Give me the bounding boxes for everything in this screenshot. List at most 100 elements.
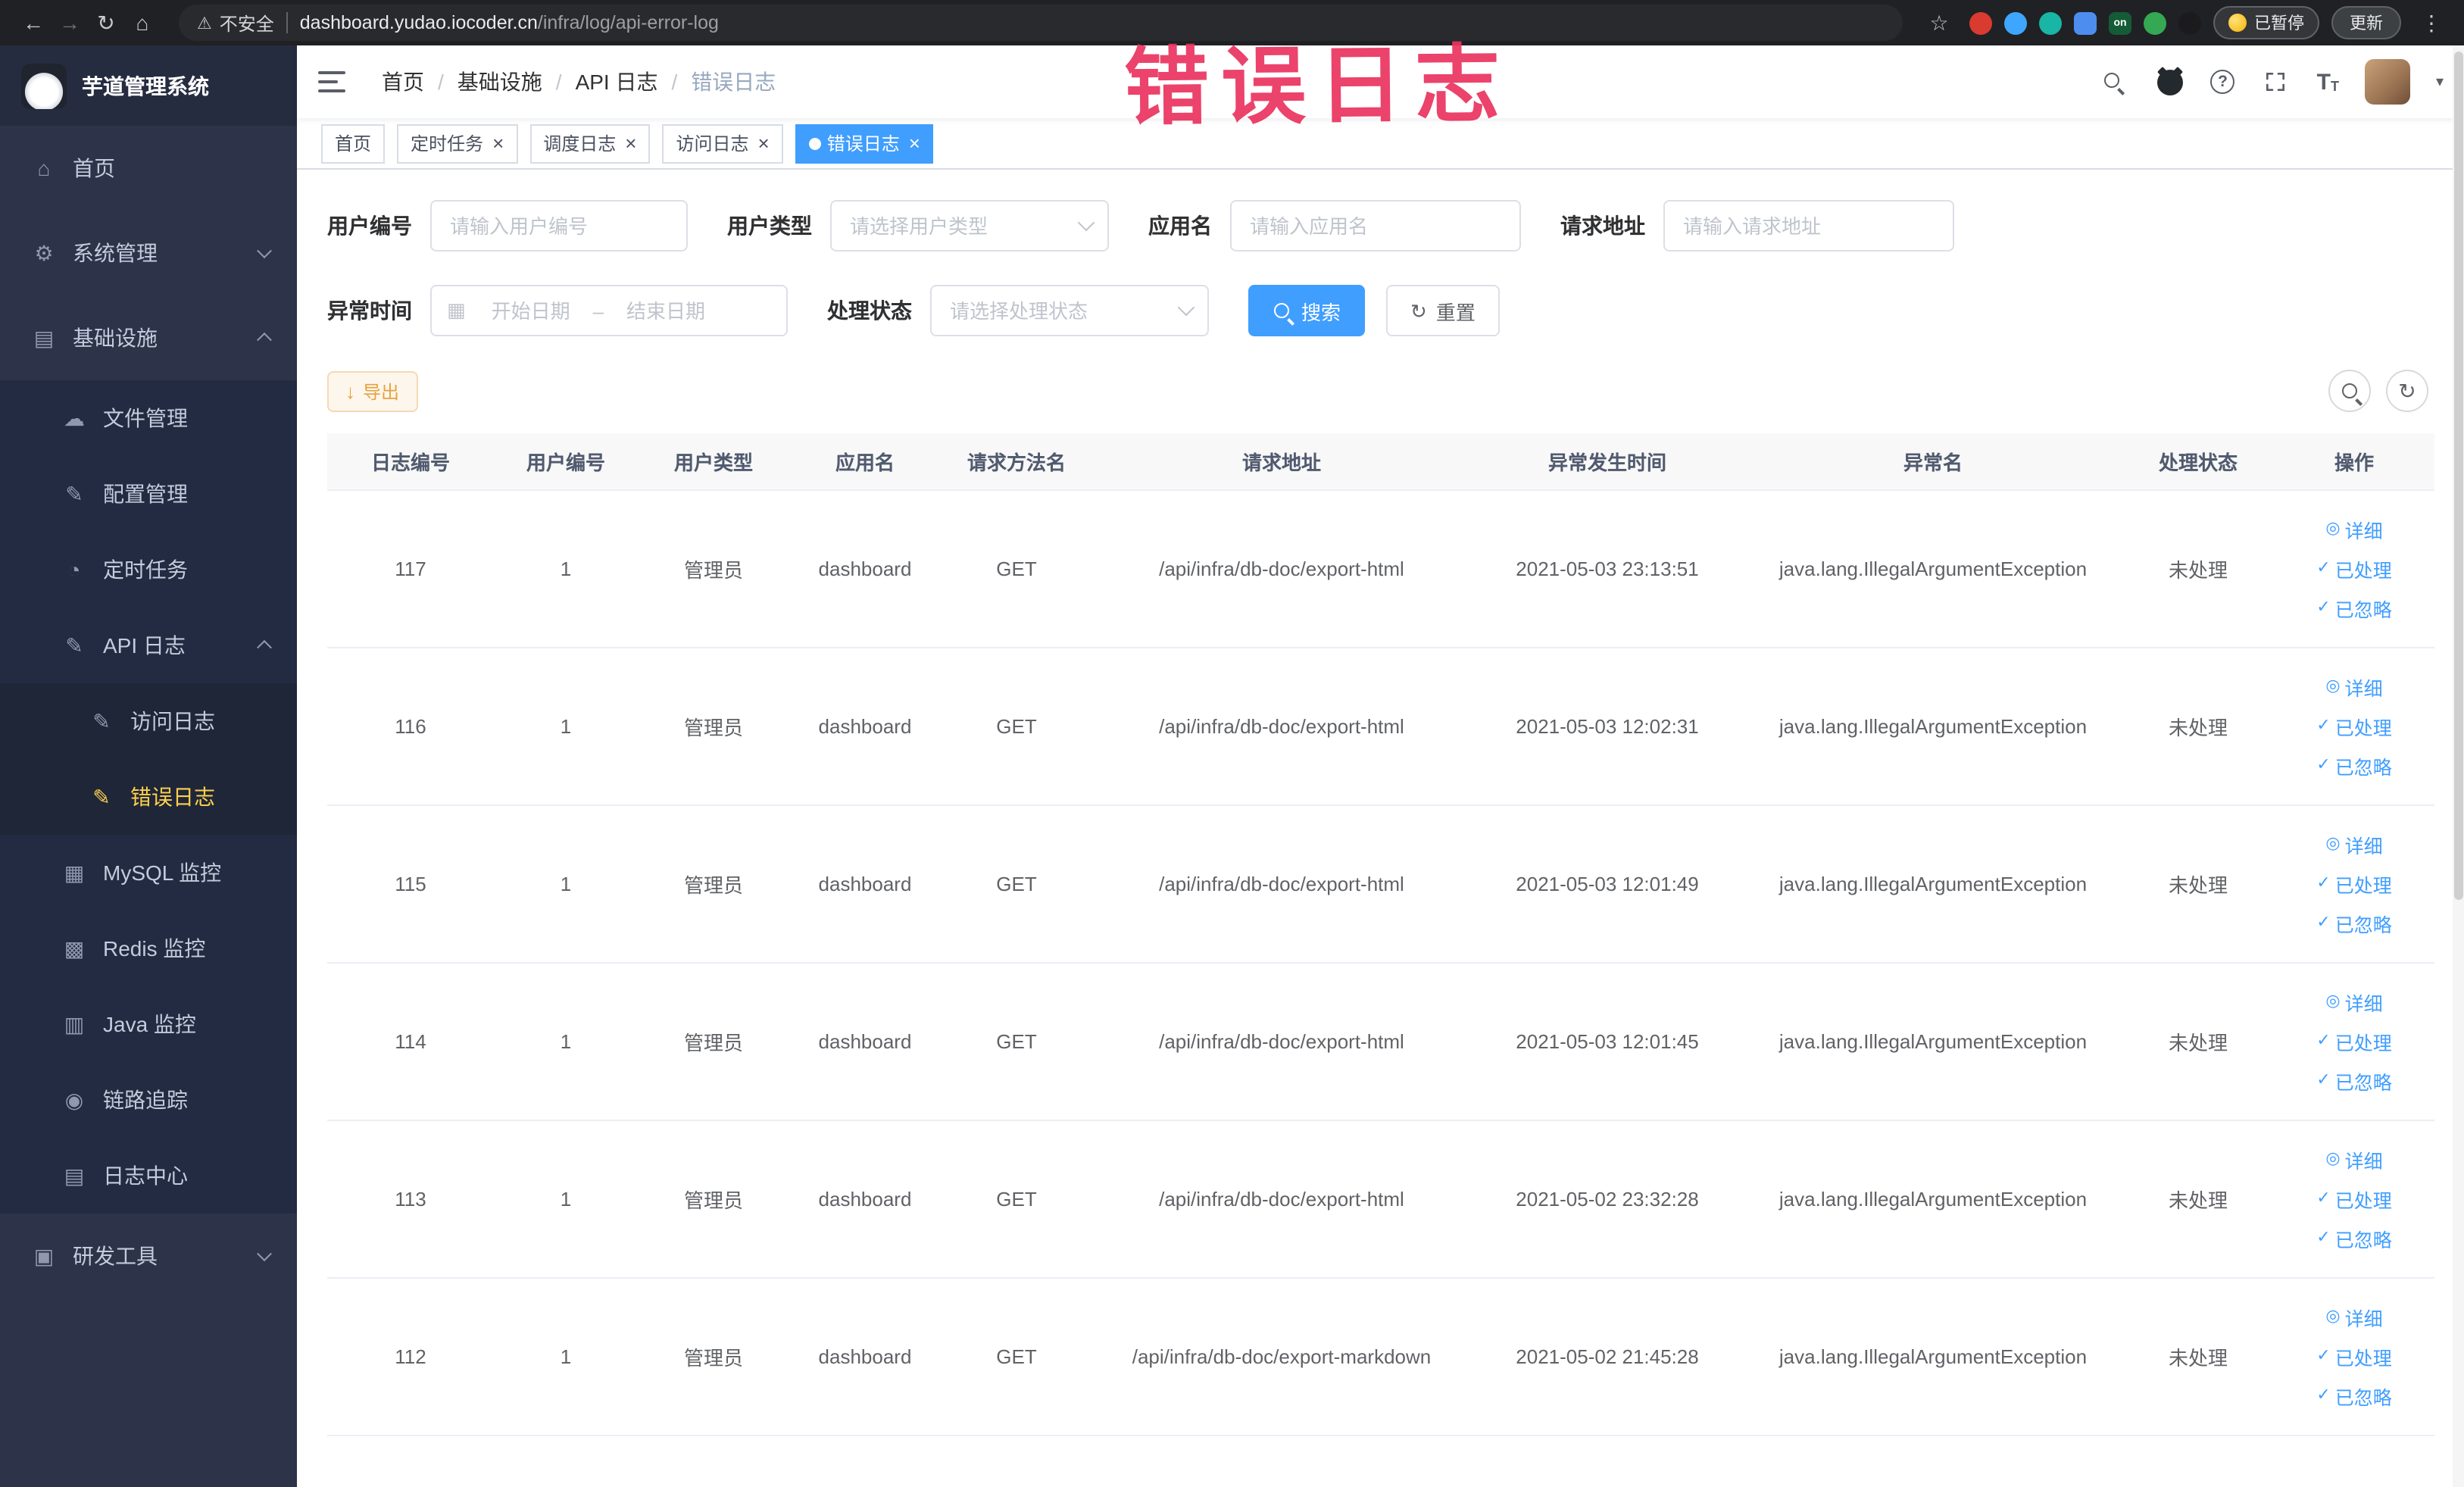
action-detail-link[interactable]: ◎ 详细 — [2280, 1297, 2428, 1336]
action-processed-link[interactable]: ✓ 已处理 — [2280, 706, 2428, 745]
detail-icon: ◎ — [2325, 1149, 2341, 1167]
sidebar-item-log-center[interactable]: ▤ 日志中心 — [0, 1138, 297, 1214]
tab-access-log[interactable]: 访问日志 × — [662, 123, 783, 163]
sidebar-item-home[interactable]: ⌂ 首页 — [0, 126, 297, 211]
sidebar-item-mysql-monitor[interactable]: ▦ MySQL 监控 — [0, 835, 297, 911]
export-button[interactable]: ↓ 导出 — [327, 370, 418, 411]
action-processed-link[interactable]: ✓ 已处理 — [2280, 548, 2428, 588]
sidebar-item-system-management[interactable]: ⚙ 系统管理 — [0, 211, 297, 295]
avatar-caret-icon[interactable]: ▾ — [2436, 73, 2444, 90]
avatar[interactable] — [2364, 59, 2410, 105]
sidebar-item-access-log[interactable]: ✎ 访问日志 — [0, 683, 297, 759]
user-type-input[interactable] — [847, 213, 1071, 239]
tab-scheduled-jobs[interactable]: 定时任务 × — [397, 123, 518, 163]
omnibox-divider — [286, 12, 288, 33]
end-date-input[interactable] — [610, 298, 723, 323]
action-detail-link[interactable]: ◎ 详细 — [2280, 667, 2428, 706]
action-processed-link[interactable]: ✓ 已处理 — [2280, 1021, 2428, 1061]
sidebar-item-infrastructure[interactable]: ▤ 基础设施 — [0, 295, 297, 380]
action-label: 详细 — [2344, 1151, 2383, 1172]
sidebar-item-trace[interactable]: ◉ 链路追踪 — [0, 1062, 297, 1138]
cell-exception: java.lang.IllegalArgumentException — [1744, 489, 2122, 648]
browser-menu-icon[interactable]: ⋮ — [2413, 5, 2450, 41]
action-detail-link[interactable]: ◎ 详细 — [2280, 509, 2428, 548]
bookmark-star-icon[interactable]: ☆ — [1921, 5, 1957, 41]
app-logo[interactable]: 芋道管理系统 — [0, 45, 297, 126]
request-url-field[interactable] — [1663, 200, 1954, 251]
logo-image — [21, 63, 67, 108]
action-ignored-link[interactable]: ✓ 已忽略 — [2280, 745, 2428, 785]
address-bar[interactable]: ⚠ 不安全 dashboard.yudao.iocoder.cn/infra/l… — [179, 5, 1903, 41]
reset-button[interactable]: ↻ 重置 — [1386, 285, 1500, 336]
scrollbar-thumb[interactable] — [2454, 52, 2463, 900]
cell-app: dashboard — [789, 962, 941, 1120]
app-name-input[interactable] — [1247, 213, 1504, 239]
start-date-input[interactable] — [474, 298, 587, 323]
back-icon[interactable]: ← — [15, 5, 52, 41]
sidebar-toggle-icon[interactable] — [318, 59, 364, 105]
extension-icon[interactable]: on — [2109, 11, 2131, 34]
breadcrumb-item[interactable]: API 日志 — [576, 67, 658, 97]
extension-icon[interactable] — [1969, 11, 1992, 34]
close-icon[interactable]: × — [625, 133, 636, 153]
sidebar-item-error-log[interactable]: ✎ 错误日志 — [0, 759, 297, 835]
extension-icon[interactable] — [2039, 11, 2062, 34]
request-url-input[interactable] — [1680, 213, 1938, 239]
breadcrumb-item[interactable]: 首页 — [382, 67, 424, 97]
tab-home[interactable]: 首页 — [321, 123, 386, 163]
fullscreen-icon[interactable] — [2261, 67, 2291, 97]
action-ignored-link[interactable]: ✓ 已忽略 — [2280, 1218, 2428, 1257]
action-detail-link[interactable]: ◎ 详细 — [2280, 982, 2428, 1021]
processed-icon: ✓ — [2316, 873, 2331, 892]
help-icon[interactable]: ? — [2210, 70, 2235, 94]
action-detail-link[interactable]: ◎ 详细 — [2280, 824, 2428, 864]
extension-icon[interactable] — [2178, 11, 2201, 34]
close-icon[interactable]: × — [492, 133, 504, 153]
breadcrumb-item[interactable]: 基础设施 — [458, 67, 542, 97]
font-size-icon[interactable]: TT — [2317, 70, 2339, 93]
action-detail-link[interactable]: ◎ 详细 — [2280, 1139, 2428, 1179]
action-processed-link[interactable]: ✓ 已处理 — [2280, 1179, 2428, 1218]
tab-schedule-log[interactable]: 调度日志 × — [529, 123, 651, 163]
process-status-input[interactable] — [947, 298, 1171, 323]
browser-home-icon[interactable]: ⌂ — [124, 5, 161, 41]
search-button[interactable]: 搜索 — [1248, 285, 1366, 336]
user-id-field[interactable] — [430, 200, 688, 251]
sidebar-item-redis-monitor[interactable]: ▩ Redis 监控 — [0, 911, 297, 986]
action-ignored-link[interactable]: ✓ 已忽略 — [2280, 1376, 2428, 1415]
action-ignored-link[interactable]: ✓ 已忽略 — [2280, 903, 2428, 942]
process-status-select[interactable] — [930, 285, 1209, 336]
forward-icon[interactable]: → — [52, 5, 88, 41]
sidebar-item-file-management[interactable]: ☁ 文件管理 — [0, 380, 297, 456]
scrollbar[interactable] — [2453, 45, 2464, 1487]
action-processed-link[interactable]: ✓ 已处理 — [2280, 1336, 2428, 1376]
paused-extension-badge[interactable]: 已暂停 — [2213, 6, 2319, 39]
user-type-select[interactable] — [830, 200, 1109, 251]
toggle-search-button[interactable] — [2328, 370, 2371, 412]
search-icon[interactable] — [2099, 67, 2129, 97]
extension-icon[interactable] — [2004, 11, 2027, 34]
tab-error-log[interactable]: 错误日志 × — [795, 123, 934, 163]
reload-icon[interactable]: ↻ — [88, 5, 124, 41]
update-button[interactable]: 更新 — [2331, 6, 2401, 39]
cell-user_type: 管理员 — [638, 962, 789, 1120]
refresh-button[interactable]: ↻ — [2386, 370, 2428, 412]
chevron-down-icon — [1077, 214, 1095, 232]
sidebar-item-dev-tools[interactable]: ▣ 研发工具 — [0, 1214, 297, 1298]
sidebar-item-java-monitor[interactable]: ▥ Java 监控 — [0, 986, 297, 1062]
close-icon[interactable]: × — [909, 133, 920, 153]
extension-icon[interactable] — [2144, 11, 2166, 34]
app-name-field[interactable] — [1230, 200, 1521, 251]
action-processed-link[interactable]: ✓ 已处理 — [2280, 864, 2428, 903]
action-ignored-link[interactable]: ✓ 已忽略 — [2280, 1061, 2428, 1100]
user-id-input[interactable] — [447, 213, 671, 239]
extension-icon[interactable] — [2074, 11, 2097, 34]
sidebar-item-api-log[interactable]: ✎ API 日志 — [0, 608, 297, 683]
sidebar-item-scheduled-jobs[interactable]: ◔ 定时任务 — [0, 532, 297, 608]
close-icon[interactable]: × — [758, 133, 770, 153]
action-ignored-link[interactable]: ✓ 已忽略 — [2280, 588, 2428, 627]
github-icon[interactable] — [2155, 67, 2185, 97]
date-range-picker[interactable]: ▦ – — [430, 285, 788, 336]
security-label[interactable]: 不安全 — [220, 10, 274, 36]
sidebar-item-config-management[interactable]: ✎ 配置管理 — [0, 456, 297, 532]
